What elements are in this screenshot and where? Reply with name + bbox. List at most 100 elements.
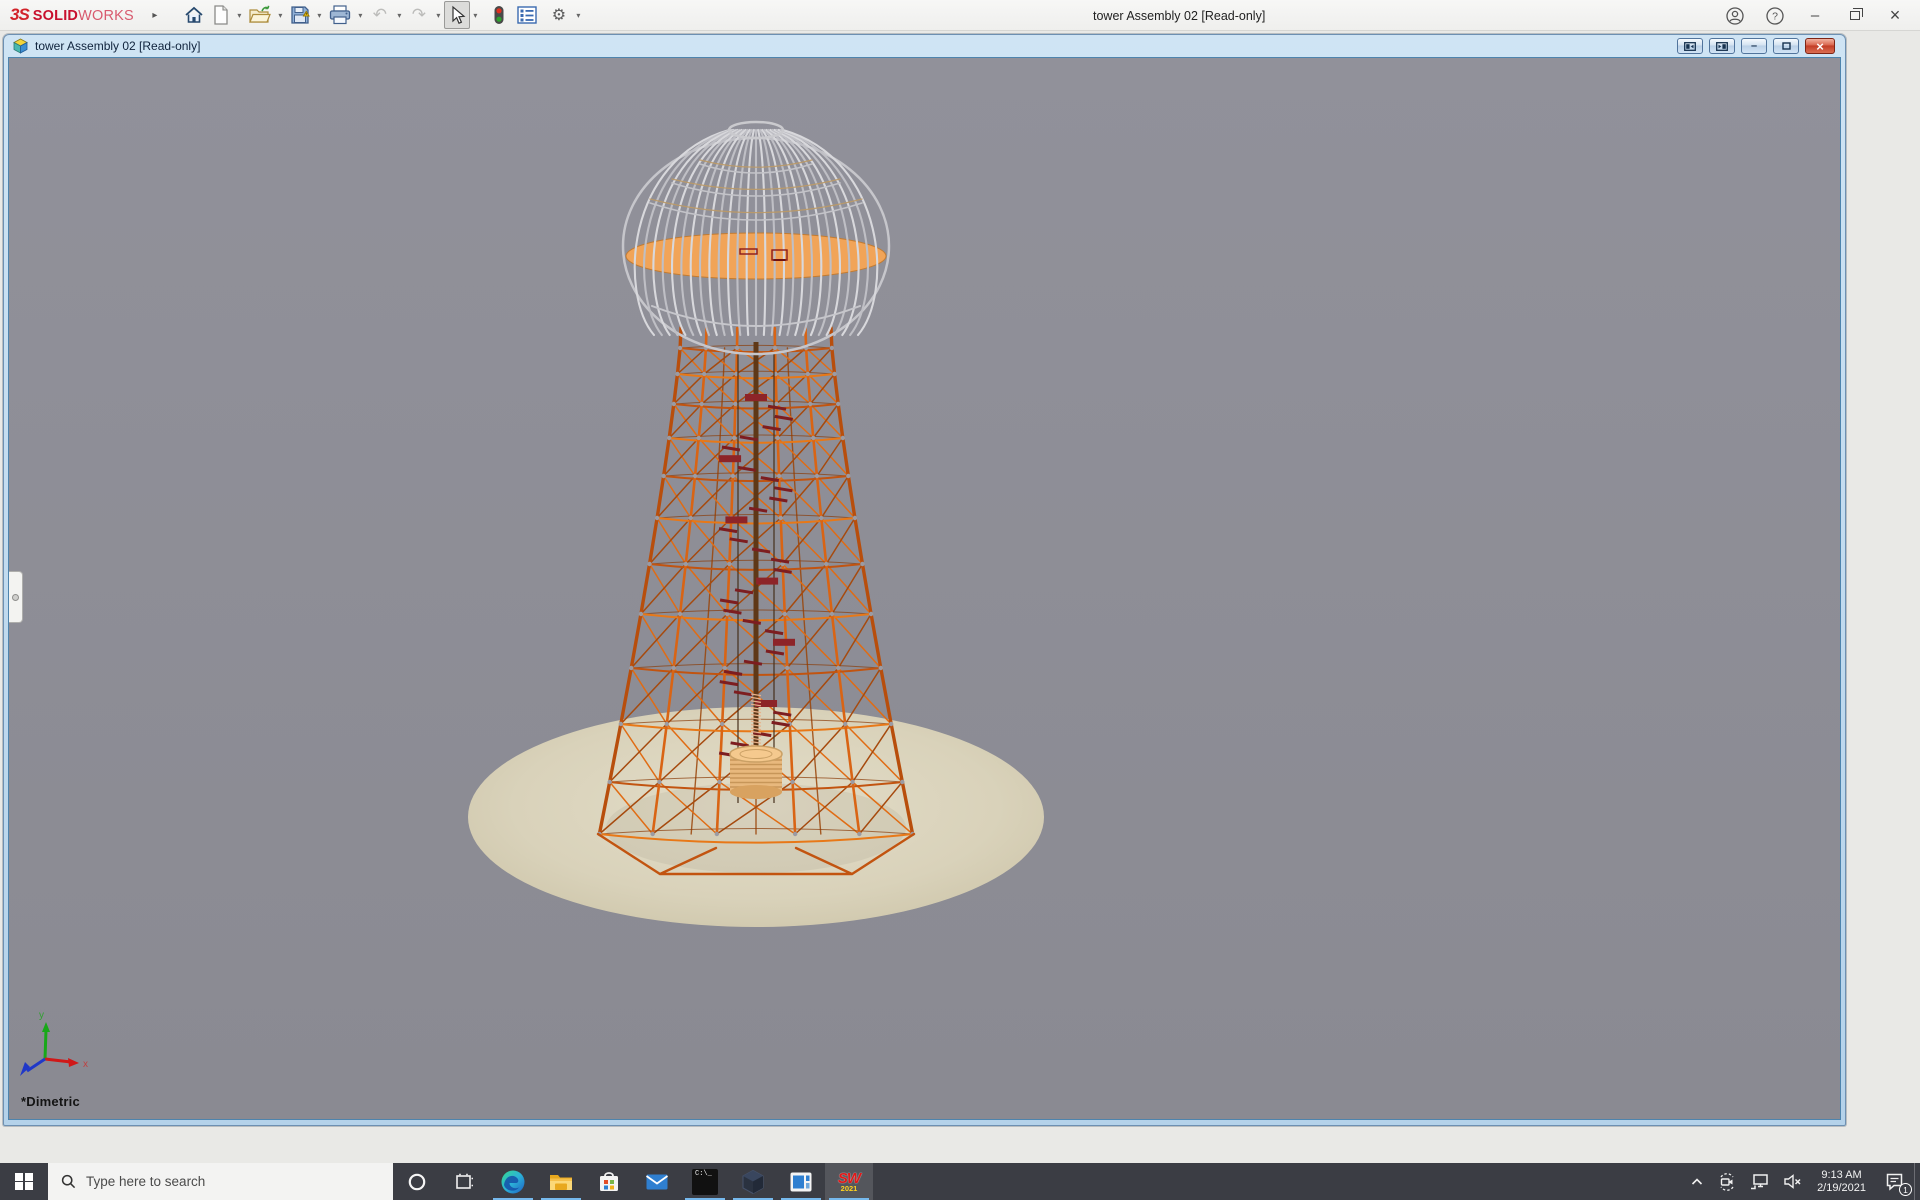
volume-button[interactable]: [1776, 1163, 1809, 1200]
pane-right-icon: [1716, 42, 1728, 51]
terminal-icon: C:\_: [692, 1169, 718, 1195]
start-button[interactable]: [0, 1163, 48, 1200]
print-dropdown[interactable]: ▾: [355, 11, 366, 20]
print-icon: [329, 5, 351, 25]
minimize-button[interactable]: –: [1798, 3, 1832, 29]
app-titlebar: 3S SOLID WORKS ▸ ▾: [0, 0, 1920, 31]
show-desktop-button[interactable]: [1914, 1163, 1920, 1200]
file-explorer-icon: [548, 1169, 574, 1195]
clock-time: 9:13 AM: [1821, 1169, 1861, 1182]
taskbar-app-mail[interactable]: [633, 1163, 681, 1200]
taskbar-app-terminal[interactable]: C:\_: [681, 1163, 729, 1200]
doc-minimize-button[interactable]: –: [1741, 38, 1767, 54]
print-button[interactable]: [325, 1, 355, 29]
settings-button[interactable]: ⚙: [545, 1, 573, 29]
taskbar-app-store[interactable]: [585, 1163, 633, 1200]
hexagon-app-icon: [740, 1169, 766, 1195]
doc-pane-left-button[interactable]: [1677, 38, 1703, 54]
close-button[interactable]: ×: [1878, 3, 1912, 29]
save-button[interactable]: [286, 1, 314, 29]
network-button[interactable]: [1743, 1163, 1776, 1200]
open-dropdown[interactable]: ▾: [275, 11, 286, 20]
taskbar-app-edge[interactable]: [489, 1163, 537, 1200]
view-orientation-label: *Dimetric: [21, 1094, 80, 1109]
restore-button[interactable]: [1838, 3, 1872, 29]
action-center-button[interactable]: 1: [1874, 1163, 1914, 1200]
taskbar-app-file-explorer[interactable]: [537, 1163, 585, 1200]
save-dropdown[interactable]: ▾: [314, 11, 325, 20]
search-icon: [61, 1174, 76, 1189]
select-tool-button[interactable]: [444, 1, 470, 29]
pane-left-icon: [1684, 42, 1696, 51]
3d-model-tower[interactable]: x y: [9, 58, 1841, 1119]
search-placeholder: Type here to search: [86, 1174, 205, 1189]
document-title: tower Assembly 02 [Read-only]: [35, 39, 200, 53]
doc-pane-right-button[interactable]: [1709, 38, 1735, 54]
dassault-3s-icon: 3S: [10, 5, 29, 25]
doc-restore-icon: [1782, 42, 1791, 50]
graphics-viewport[interactable]: x y *Dimetric: [8, 57, 1841, 1120]
redo-icon: ↷: [409, 5, 429, 25]
undo-button[interactable]: ↶: [366, 1, 394, 29]
doc-minimize-icon: –: [1751, 41, 1757, 52]
task-view-button[interactable]: [441, 1163, 489, 1200]
properties-list-icon: [517, 6, 537, 24]
taskbar: Type here to search: [0, 1163, 1920, 1200]
desktop: 3S SOLID WORKS ▸ ▾: [0, 0, 1920, 1200]
new-document-button[interactable]: [208, 1, 234, 29]
feature-manager-collapsed-tab[interactable]: [9, 571, 23, 623]
undo-icon: ↶: [370, 5, 390, 25]
edge-icon: [500, 1169, 526, 1195]
options-list-button[interactable]: [513, 1, 541, 29]
doc-close-icon: ×: [1816, 40, 1824, 53]
undo-dropdown[interactable]: ▾: [394, 11, 405, 20]
assembly-document-icon: [12, 38, 29, 54]
help-button[interactable]: ?: [1758, 3, 1792, 29]
window-title: tower Assembly 02 [Read-only]: [1093, 9, 1265, 23]
ethernet-network-icon: [1750, 1173, 1769, 1190]
chevron-up-icon: [1690, 1175, 1704, 1189]
interference-check-button[interactable]: [489, 1, 509, 29]
account-icon: [1726, 7, 1744, 25]
task-view-icon: [455, 1172, 475, 1192]
open-folder-icon: [249, 5, 271, 25]
redo-button[interactable]: ↷: [405, 1, 433, 29]
cortana-button[interactable]: [393, 1163, 441, 1200]
traffic-light-icon: [493, 5, 505, 25]
document-titlebar[interactable]: tower Assembly 02 [Read-only]: [8, 35, 1841, 57]
document-window: tower Assembly 02 [Read-only]: [3, 34, 1846, 1126]
save-icon: [290, 5, 310, 25]
account-button[interactable]: [1718, 3, 1752, 29]
store-icon: [596, 1169, 622, 1195]
menu-flyout-arrow-icon[interactable]: ▸: [148, 10, 162, 21]
gear-icon: ⚙: [549, 5, 569, 25]
close-icon: ×: [1890, 5, 1901, 26]
axis-y-label: y: [39, 1010, 44, 1021]
meet-now-camera-icon: [1718, 1173, 1736, 1191]
new-document-dropdown[interactable]: ▾: [234, 11, 245, 20]
solidworks-logo: 3S SOLID WORKS: [10, 5, 134, 25]
tray-chevron-button[interactable]: [1683, 1163, 1711, 1200]
home-button[interactable]: [180, 1, 208, 29]
restore-icon: [1850, 11, 1860, 20]
taskbar-search-input[interactable]: Type here to search: [48, 1163, 393, 1200]
home-icon: [184, 5, 204, 25]
doc-restore-button[interactable]: [1773, 38, 1799, 54]
new-document-icon: [212, 5, 230, 25]
orientation-triad[interactable]: x y: [20, 1010, 88, 1076]
meet-now-button[interactable]: [1711, 1163, 1743, 1200]
redo-dropdown[interactable]: ▾: [433, 11, 444, 20]
taskbar-app-solidworks[interactable]: SW 2021: [825, 1163, 873, 1200]
help-icon: ?: [1766, 7, 1784, 25]
cortana-icon: [407, 1172, 427, 1192]
settings-dropdown[interactable]: ▾: [573, 11, 584, 20]
taskbar-app-hexagon[interactable]: [729, 1163, 777, 1200]
volume-muted-icon: [1783, 1173, 1802, 1190]
open-button[interactable]: [245, 1, 275, 29]
select-tool-dropdown[interactable]: ▾: [470, 11, 481, 20]
doc-close-button[interactable]: ×: [1805, 38, 1835, 54]
minimize-icon: –: [1811, 7, 1819, 24]
windows-logo-icon: [15, 1173, 33, 1191]
taskbar-app-media[interactable]: [777, 1163, 825, 1200]
taskbar-clock[interactable]: 9:13 AM 2/19/2021: [1809, 1163, 1874, 1200]
